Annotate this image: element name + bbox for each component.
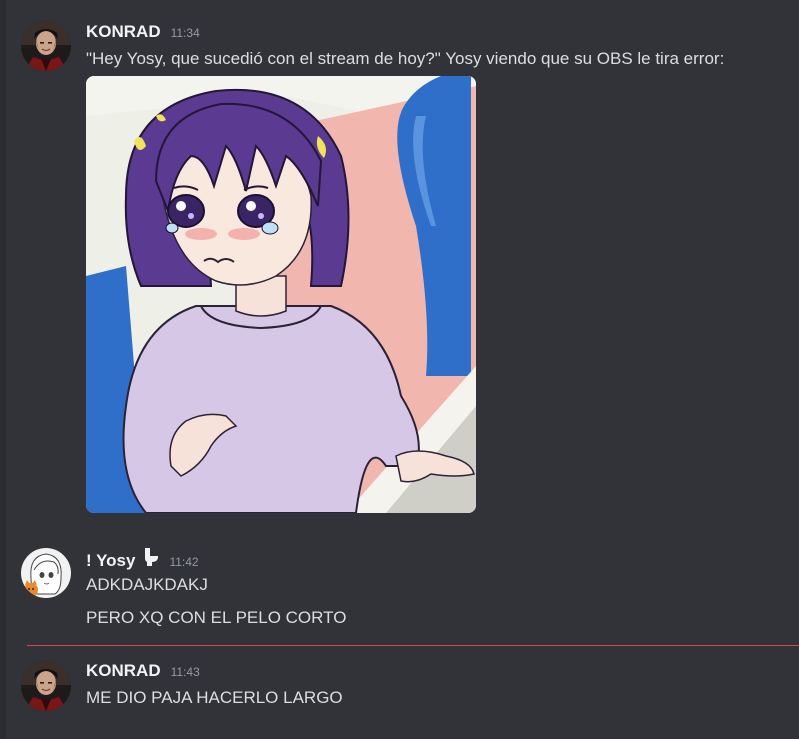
timestamp[interactable]: 11:43 <box>171 665 200 679</box>
message-text: ADKDAJKDAKJ <box>86 575 208 594</box>
avatar-konrad[interactable] <box>21 21 71 71</box>
avatar-konrad-image <box>21 21 71 71</box>
timestamp[interactable]: 11:42 <box>169 555 198 569</box>
username[interactable]: KONRAD <box>86 661 161 681</box>
avatar-yosy[interactable] <box>21 548 71 598</box>
message-text: ME DIO PAJA HACERLO LARGO <box>86 688 343 707</box>
image-attachment[interactable] <box>86 76 476 513</box>
username[interactable]: ! Yosy <box>86 551 135 571</box>
timestamp[interactable]: 11:34 <box>171 26 200 40</box>
avatar-konrad-image <box>21 661 71 711</box>
message-group-konrad-2: KONRAD 11:43 ME DIO PAJA HACERLO LARGO <box>0 650 799 730</box>
new-messages-divider <box>27 645 799 646</box>
message-group-konrad-1: KONRAD 11:34 "Hey Yosy, que sucedió con … <box>0 0 799 520</box>
chat-message-list[interactable]: KONRAD 11:34 "Hey Yosy, que sucedió con … <box>0 0 799 739</box>
username[interactable]: KONRAD <box>86 22 161 42</box>
author-line: ! Yosy 11:42 <box>86 548 199 570</box>
avatar-yosy-image <box>21 548 71 598</box>
message-text: "Hey Yosy, que sucedió con el stream de … <box>86 49 725 68</box>
author-line: KONRAD 11:34 <box>86 22 200 44</box>
anime-girl-crying-image <box>86 76 476 513</box>
author-line: KONRAD 11:43 <box>86 661 200 683</box>
message-group-yosy: ! Yosy 11:42 ADKDAJKDAKJ PERO XQ CON EL … <box>0 530 799 640</box>
message-text: PERO XQ CON EL PELO CORTO <box>86 608 347 627</box>
avatar-konrad[interactable] <box>21 661 71 711</box>
toilet-icon[interactable] <box>143 548 159 566</box>
